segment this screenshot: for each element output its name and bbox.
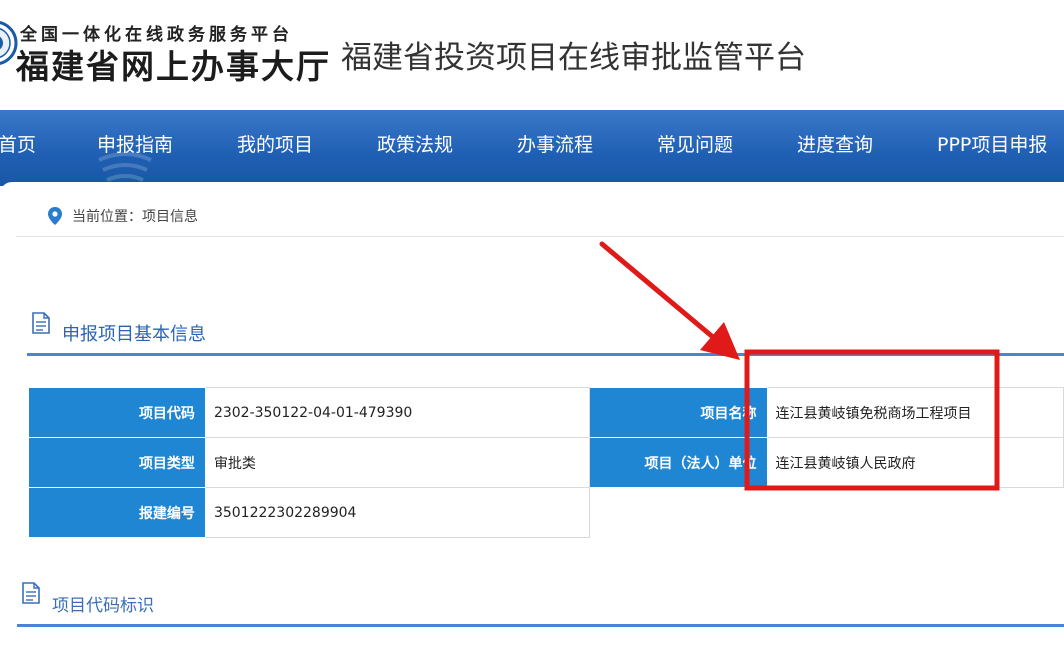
table-row: 报建编号 3501222302289904 (28, 487, 1064, 538)
table-row: 项目类型 审批类 项目（法人）单位 连江县黄岐镇人民政府 (28, 437, 1064, 488)
nav-item-home[interactable]: 首页 (0, 130, 36, 157)
nav-item-progress-query[interactable]: 进度查询 (797, 130, 873, 157)
nav-item-policies[interactable]: 政策法规 (377, 130, 453, 157)
section-divider-basic-info (27, 353, 1064, 356)
logo-title[interactable]: 福建省网上办事大厅 (16, 40, 331, 88)
breadcrumb-text: 当前位置：项目信息 (72, 209, 198, 225)
platform-title: 福建省投资项目在线审批监管平台 (341, 40, 806, 76)
document-icon (22, 582, 40, 604)
page: 全国一体化在线政务服务平台 福建省网上办事大厅 福建省投资项目在线审批监管平台 … (0, 0, 1064, 671)
value-legal-entity: 连江县黄岐镇人民政府 (766, 437, 1064, 488)
value-project-name: 连江县黄岐镇免税商场工程项目 (766, 387, 1064, 438)
section-divider-project-code (17, 624, 1064, 627)
label-construction-number: 报建编号 (28, 487, 206, 538)
nav-item-guide[interactable]: 申报指南 (97, 130, 173, 157)
section-title-basic-info: 申报项目基本信息 (62, 324, 206, 345)
project-info-table: 项目代码 2302-350122-04-01-479390 项目名称 连江县黄岐… (28, 387, 1064, 538)
breadcrumb-divider (16, 236, 1064, 237)
location-pin-icon (48, 207, 62, 225)
main-nav: 首页 申报指南 我的项目 政策法规 办事流程 常见问题 进度查询 PPP项目申报 (0, 110, 1064, 186)
section-title-project-code: 项目代码标识 (52, 596, 154, 616)
label-legal-entity: 项目（法人）单位 (589, 437, 768, 488)
value-construction-number: 3501222302289904 (204, 487, 591, 538)
label-project-name: 项目名称 (589, 387, 768, 438)
table-row: 项目代码 2302-350122-04-01-479390 项目名称 连江县黄岐… (28, 387, 1064, 438)
site-header: 全国一体化在线政务服务平台 福建省网上办事大厅 福建省投资项目在线审批监管平台 (0, 0, 1064, 110)
document-icon (32, 312, 50, 334)
label-project-type: 项目类型 (28, 437, 206, 488)
nav-item-process[interactable]: 办事流程 (517, 130, 593, 157)
nav-item-faq[interactable]: 常见问题 (657, 130, 733, 157)
value-project-code: 2302-350122-04-01-479390 (204, 387, 591, 438)
nav-item-ppp-apply[interactable]: PPP项目申报 (937, 130, 1047, 157)
label-project-code: 项目代码 (28, 387, 206, 438)
table-empty-cell (589, 487, 1064, 538)
nav-item-my-projects[interactable]: 我的项目 (237, 130, 313, 157)
value-project-type: 审批类 (204, 437, 591, 488)
